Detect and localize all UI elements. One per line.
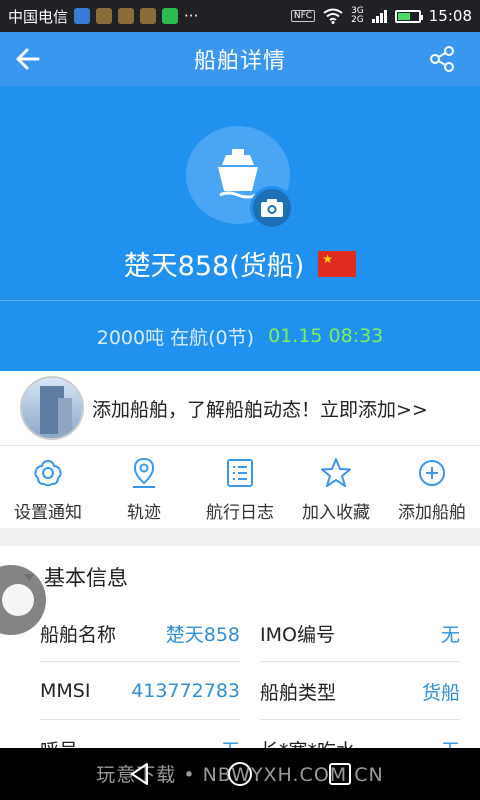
info-label: 船舶类型 (260, 681, 337, 704)
china-flag-icon: ★ (318, 250, 357, 277)
info-value: 货船 (421, 681, 460, 704)
app-notification-icon (74, 8, 91, 24)
info-label: 船舶名称 (40, 623, 117, 646)
info-value: 楚天858 (165, 623, 240, 646)
info-row: MMSI 413772783 船舶类型 货船 (0, 662, 480, 720)
back-arrow-icon[interactable] (14, 45, 42, 73)
info-label: IMO编号 (260, 623, 335, 646)
action-bar: 设置通知 轨迹 航行日志 加入收藏 添加船舶 (0, 446, 480, 528)
status-timestamp: 01.15 08:33 (268, 325, 384, 347)
add-favorite-button[interactable]: 加入收藏 (288, 446, 384, 528)
wifi-icon (323, 8, 343, 24)
ship-status-bar: 2000吨 在航(0节) 01.15 08:33 (0, 301, 480, 371)
flower-icon (34, 459, 62, 487)
plus-circle-icon (419, 460, 445, 486)
watermark: 玩意下载 • NBWYXH.COM.CN (96, 764, 384, 786)
banner-text: 添加船舶，了解船舶动态！立即添加>> (92, 398, 428, 421)
nfc-icon: NFC (290, 10, 316, 22)
network-type: 3G 2G (351, 6, 364, 25)
ship-status: 2000吨 在航(0节) (96, 326, 255, 349)
status-bar: 中国电信 ··· NFC 3G 2G 15:08 (0, 0, 480, 32)
section-gap (0, 528, 480, 546)
clock: 15:08 (428, 7, 472, 25)
app-notification-icon (96, 8, 113, 24)
share-icon[interactable] (428, 45, 456, 73)
signal-icon (371, 9, 387, 23)
set-notification-button[interactable]: 设置通知 (0, 446, 96, 528)
info-value: 413772783 (131, 680, 240, 702)
page-title: 船舶详情 (193, 49, 286, 74)
info-row: 船舶名称 楚天858 IMO编号 无 (0, 604, 480, 662)
carrier-label: 中国电信 (8, 7, 69, 26)
track-button[interactable]: 轨迹 (96, 446, 192, 528)
basic-info-section: 基本信息 船舶名称 楚天858 IMO编号 无 MMSI 413772783 船… (0, 546, 480, 762)
list-icon (227, 459, 253, 487)
battery-icon (394, 9, 423, 23)
app-notification-icon (140, 8, 157, 24)
ship-avatar[interactable] (186, 126, 294, 230)
more-notifications: ··· (184, 7, 199, 25)
star-icon (321, 458, 351, 487)
wechat-icon (162, 8, 179, 24)
change-photo-button[interactable] (250, 186, 294, 230)
section-title: 基本信息 (44, 566, 128, 590)
app-notification-icon (118, 8, 135, 24)
camera-icon (261, 199, 283, 217)
location-pin-icon (133, 457, 155, 488)
info-label: MMSI (40, 680, 91, 702)
ship-header: 楚天858(货船) ★ (0, 86, 480, 300)
building-thumbnail (20, 376, 84, 440)
app-bar: 船舶详情 (0, 32, 480, 86)
add-ship-button[interactable]: 添加船舶 (384, 446, 480, 528)
voyage-log-button[interactable]: 航行日志 (192, 446, 288, 528)
ship-title-row: 楚天858(货船) ★ (0, 244, 480, 283)
info-value: 无 (440, 623, 460, 646)
ship-name: 楚天858(货船) (123, 251, 305, 282)
add-ship-banner[interactable]: 添加船舶，了解船舶动态！立即添加>> (0, 371, 480, 445)
